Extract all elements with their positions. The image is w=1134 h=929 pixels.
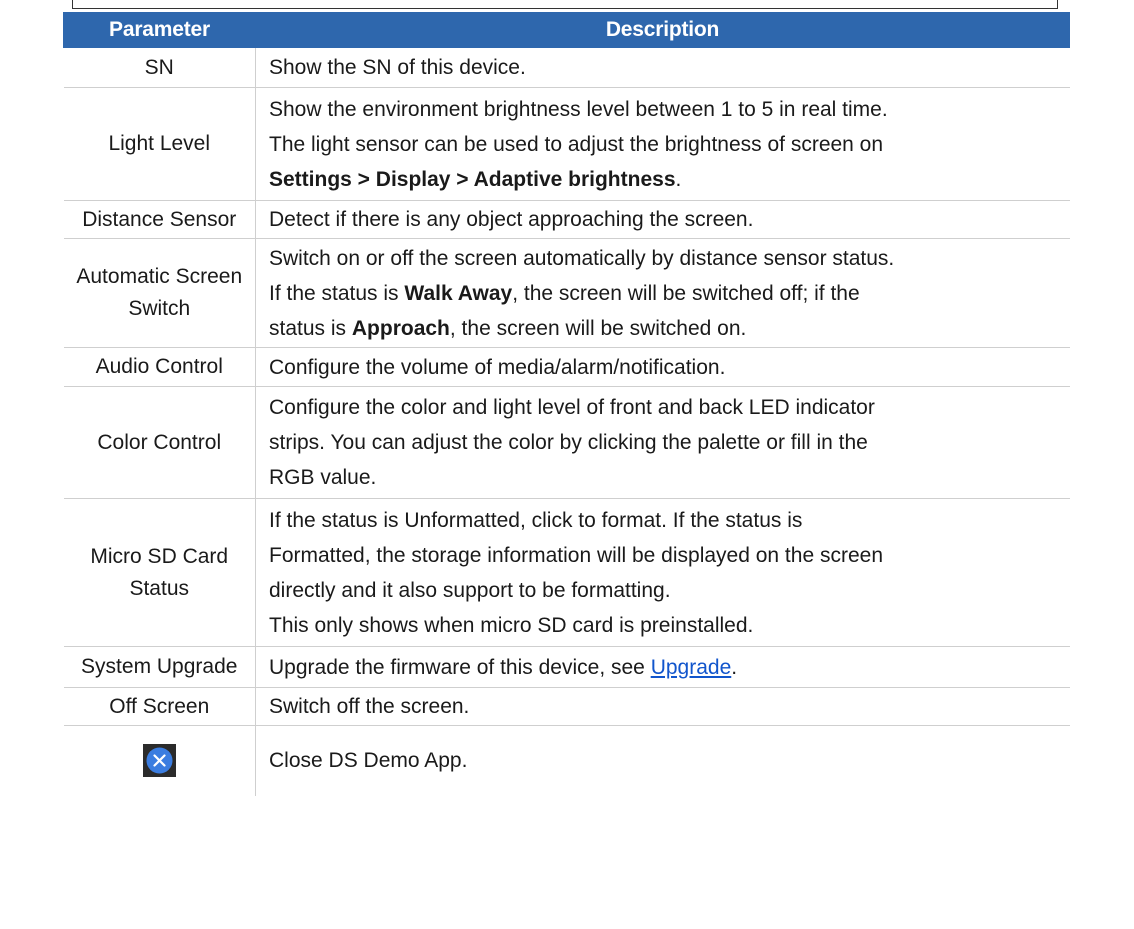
desc-light-level: Show the environment brightness level be…	[255, 87, 1070, 201]
table-row: Light Level Show the environment brightn…	[63, 87, 1070, 201]
param-close-icon-cell	[63, 725, 256, 796]
desc-color-control: Configure the color and light level of f…	[255, 386, 1070, 499]
param-automatic-screen-switch: Automatic Screen Switch	[63, 238, 256, 348]
header-description: Description	[255, 12, 1070, 48]
table-row: Off Screen Switch off the screen.	[63, 687, 1070, 726]
table-row: Automatic Screen Switch Switch on or off…	[63, 238, 1070, 348]
table-row: Color Control Configure the color and li…	[63, 386, 1070, 499]
param-audio-control: Audio Control	[63, 347, 256, 387]
desc-distance-sensor: Detect if there is any object approachin…	[255, 200, 1070, 239]
desc-audio-control: Configure the volume of media/alarm/noti…	[255, 347, 1070, 387]
param-distance-sensor: Distance Sensor	[63, 200, 256, 239]
param-sn: SN	[63, 47, 256, 88]
desc-off-screen: Switch off the screen.	[255, 687, 1070, 726]
desc-close-app: Close DS Demo App.	[269, 749, 468, 773]
param-system-upgrade: System Upgrade	[63, 646, 256, 688]
table-row: System Upgrade Upgrade the firmware of t…	[63, 646, 1070, 688]
parameter-table: Parameter Description SN Show the SN of …	[63, 12, 1070, 796]
param-light-level: Light Level	[63, 87, 256, 201]
param-off-screen: Off Screen	[63, 687, 256, 726]
header-parameter: Parameter	[63, 12, 256, 48]
table-row: Distance Sensor Detect if there is any o…	[63, 200, 1070, 239]
close-circle-icon	[142, 744, 176, 778]
param-color-control: Color Control	[63, 386, 256, 499]
table-row: Audio Control Configure the volume of me…	[63, 347, 1070, 387]
desc-automatic-screen-switch: Switch on or off the screen automaticall…	[255, 238, 1070, 348]
table-row: Micro SD Card Status If the status is Un…	[63, 498, 1070, 647]
param-micro-sd-card-status: Micro SD Card Status	[63, 498, 256, 647]
desc-system-upgrade: Upgrade the firmware of this device, see…	[255, 646, 1070, 688]
desc-sn: Show the SN of this device.	[255, 47, 1070, 88]
table-header-row: Parameter Description	[63, 12, 1070, 48]
table-row: Close DS Demo App.	[63, 725, 1070, 796]
upgrade-link[interactable]: Upgrade	[651, 656, 732, 679]
table-row: SN Show the SN of this device.	[63, 47, 1070, 88]
desc-micro-sd-card-status: If the status is Unformatted, click to f…	[255, 498, 1070, 647]
previous-figure-frame	[72, 0, 1058, 9]
